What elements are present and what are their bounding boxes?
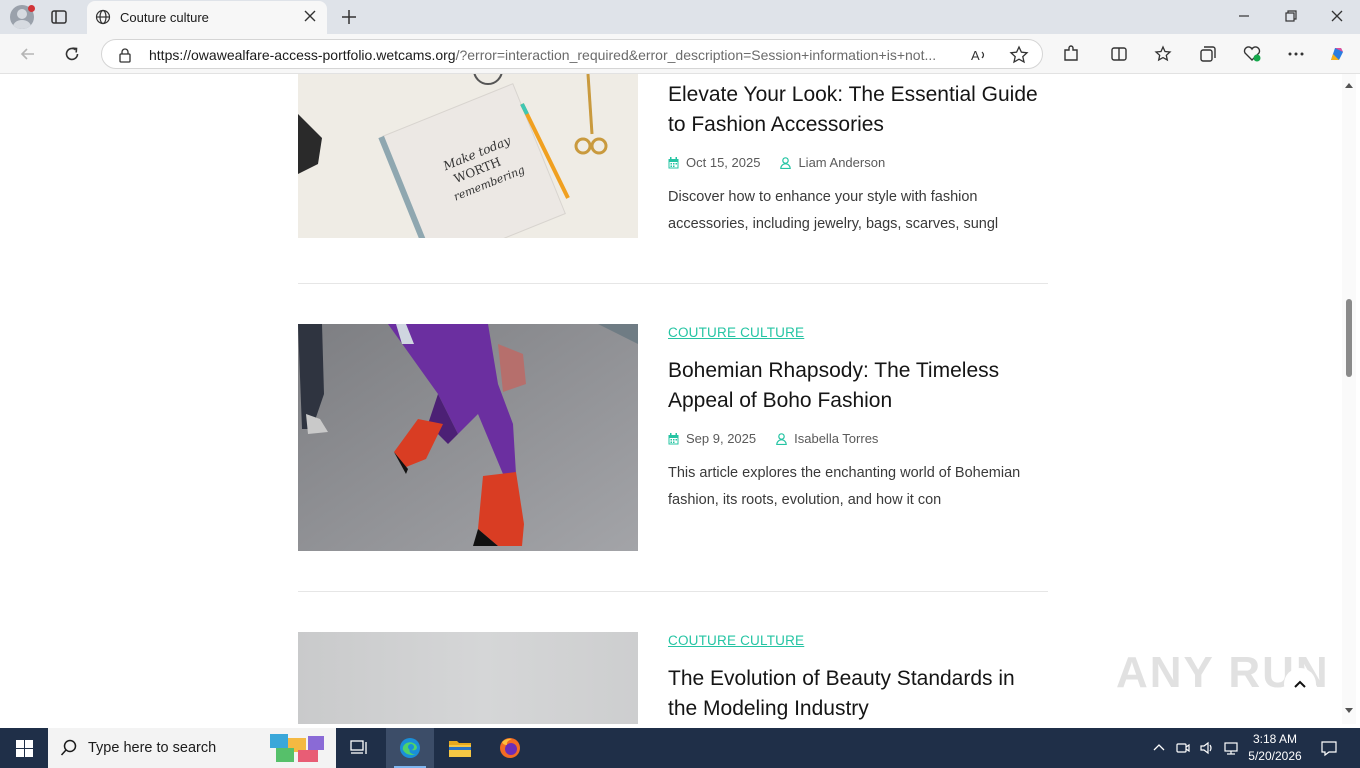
article-card: Make today WORTH remembering Elevate You… xyxy=(298,74,1048,238)
page-viewport: Make today WORTH remembering Elevate You… xyxy=(4,74,1342,724)
globe-icon xyxy=(95,9,111,25)
extensions-icon[interactable] xyxy=(1061,44,1081,64)
article-thumbnail-accessories[interactable]: Make today WORTH remembering xyxy=(298,74,638,238)
notifications-icon[interactable] xyxy=(1320,739,1338,757)
firefox-icon xyxy=(500,738,520,758)
article-body: Elevate Your Look: The Essential Guide t… xyxy=(668,80,1048,238)
task-view-button[interactable] xyxy=(336,728,384,768)
browser-toolbar: https://owawealfare-access-portfolio.wet… xyxy=(0,34,1360,74)
article-body: COUTURE CULTURE Bohemian Rhapsody: The T… xyxy=(668,324,1048,514)
article-thumbnail-beauty[interactable] xyxy=(298,632,638,724)
back-to-top-button[interactable] xyxy=(1284,668,1316,700)
user-icon xyxy=(776,432,787,445)
tab-strip: Couture culture xyxy=(0,0,1360,34)
minimize-icon[interactable] xyxy=(1236,8,1252,24)
system-clock[interactable]: 3:18 AM 5/20/2026 xyxy=(1246,731,1304,765)
chevron-up-icon[interactable] xyxy=(1151,740,1167,756)
tab-couture-culture[interactable]: Couture culture xyxy=(87,1,327,34)
close-tab-icon[interactable] xyxy=(302,8,318,24)
read-aloud-icon[interactable]: A xyxy=(970,46,988,64)
article-excerpt: Discover how to enhance your style with … xyxy=(668,189,999,232)
volume-icon[interactable] xyxy=(1199,740,1215,756)
favorites-icon[interactable] xyxy=(1154,44,1174,64)
scroll-up-icon[interactable] xyxy=(1345,82,1353,88)
new-tab-icon[interactable] xyxy=(340,8,358,26)
copilot-icon[interactable] xyxy=(1327,44,1347,64)
restore-icon[interactable] xyxy=(1283,8,1299,24)
calendar-icon xyxy=(668,432,679,444)
edge-icon xyxy=(400,738,420,758)
windows-taskbar: Type here to search 3:18 AM 5/20/2026 xyxy=(0,728,1360,768)
article-meta: Sep 9, 2025 Isabella Torres xyxy=(668,431,1048,446)
user-icon xyxy=(780,156,792,169)
browser-essentials-icon[interactable] xyxy=(1242,44,1262,64)
favorite-star-icon[interactable] xyxy=(1009,45,1029,65)
article-thumbnail-boho[interactable] xyxy=(298,324,638,551)
notification-dot xyxy=(28,5,35,12)
article-divider xyxy=(298,283,1048,284)
file-explorer-button[interactable] xyxy=(436,728,484,768)
article-author[interactable]: Liam Anderson xyxy=(798,155,885,170)
back-icon[interactable] xyxy=(18,44,38,64)
article-date: Sep 9, 2025 xyxy=(686,431,757,446)
taskbar-search-box[interactable]: Type here to search xyxy=(48,728,336,768)
article-body: COUTURE CULTURE The Evolution of Beauty … xyxy=(668,632,1048,723)
collections-icon[interactable] xyxy=(1198,44,1218,64)
page-scrollbar[interactable] xyxy=(1342,74,1356,724)
address-bar[interactable]: https://owawealfare-access-portfolio.wet… xyxy=(101,39,1043,69)
article-title[interactable]: Elevate Your Look: The Essential Guide t… xyxy=(668,80,1048,139)
article-meta: Oct 15, 2025 Liam Anderson xyxy=(668,155,1048,170)
search-icon xyxy=(60,739,77,756)
article-divider xyxy=(298,591,1048,592)
article-excerpt: This article explores the enchanting wor… xyxy=(668,465,1021,508)
windows-logo-icon xyxy=(16,740,33,757)
clock-date: 5/20/2026 xyxy=(1248,749,1302,763)
firefox-taskbar-button[interactable] xyxy=(486,728,534,768)
search-placeholder: Type here to search xyxy=(88,740,217,756)
lock-icon[interactable] xyxy=(118,47,132,63)
puzzle-highlight-icon xyxy=(270,734,324,762)
split-screen-icon[interactable] xyxy=(1109,44,1129,64)
article-date: Oct 15, 2025 xyxy=(686,155,761,170)
url-host: https://owawealfare-access-portfolio.wet… xyxy=(149,47,456,63)
calendar-icon xyxy=(668,156,679,168)
article-title[interactable]: Bohemian Rhapsody: The Timeless Appeal o… xyxy=(668,356,1048,415)
svg-text:A: A xyxy=(971,48,980,63)
article-card: COUTURE CULTURE Bohemian Rhapsody: The T… xyxy=(298,324,1048,551)
tab-actions-icon[interactable] xyxy=(50,8,68,26)
more-options-icon[interactable] xyxy=(1286,44,1306,64)
tab-title: Couture culture xyxy=(120,10,209,25)
meet-now-icon[interactable] xyxy=(1175,740,1191,756)
article-card: COUTURE CULTURE The Evolution of Beauty … xyxy=(298,632,1048,724)
article-title[interactable]: The Evolution of Beauty Standards in the… xyxy=(668,664,1048,723)
start-button[interactable] xyxy=(0,728,48,768)
category-link[interactable]: COUTURE CULTURE xyxy=(668,325,804,340)
close-window-icon[interactable] xyxy=(1329,8,1345,24)
scrollbar-thumb[interactable] xyxy=(1346,299,1352,377)
category-link[interactable]: COUTURE CULTURE xyxy=(668,633,804,648)
street-fashion-photo xyxy=(298,324,638,551)
edge-taskbar-button[interactable] xyxy=(386,728,434,768)
chevron-up-icon xyxy=(1294,680,1306,688)
network-icon[interactable] xyxy=(1223,740,1239,756)
url-query: /?error=interaction_required&error_descr… xyxy=(455,47,937,63)
url-text[interactable]: https://owawealfare-access-portfolio.wet… xyxy=(149,47,954,63)
notebook-photo: Make today WORTH remembering xyxy=(298,74,638,238)
article-author[interactable]: Isabella Torres xyxy=(794,431,878,446)
refresh-icon[interactable] xyxy=(62,44,82,64)
clock-time: 3:18 AM xyxy=(1252,732,1298,746)
folder-icon xyxy=(449,741,471,757)
scroll-down-icon[interactable] xyxy=(1345,708,1353,714)
task-view-icon xyxy=(350,740,367,754)
